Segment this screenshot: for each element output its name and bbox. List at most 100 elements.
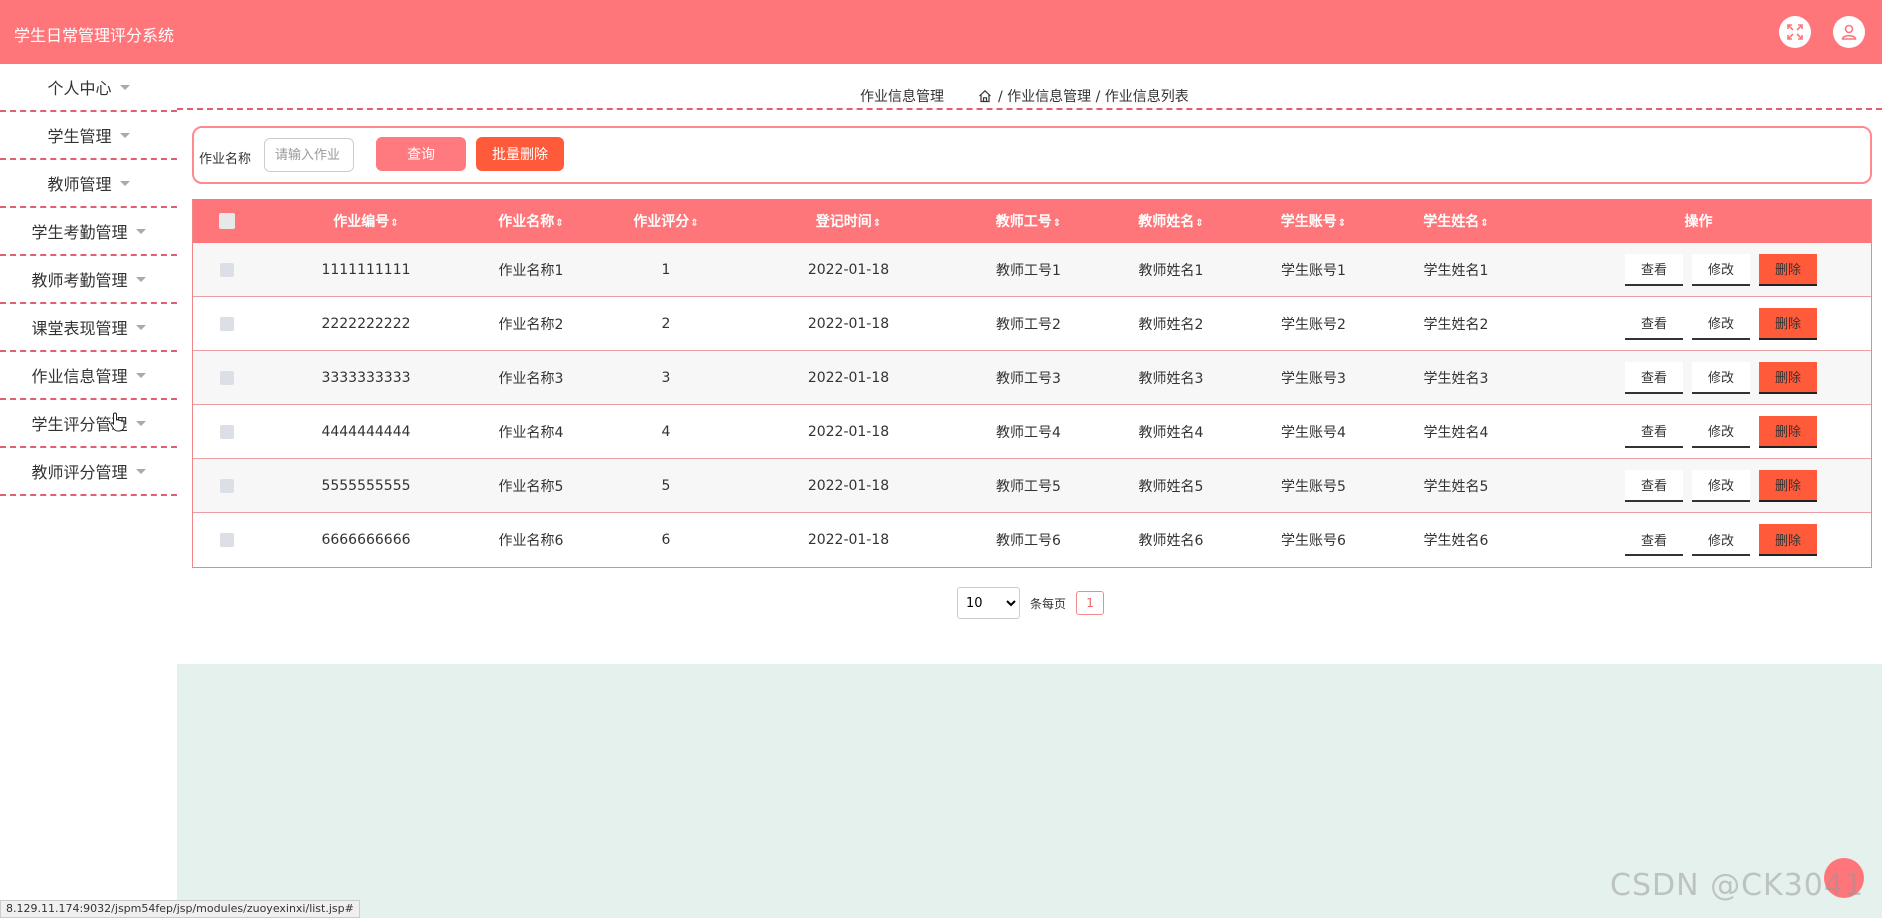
column-header-student-account[interactable]: 学生账号⇕ (1241, 211, 1386, 231)
table-header-row: 作业编号⇕ 作业名称⇕ 作业评分⇕ 登记时间⇕ 教师工号⇕ 教师姓名⇕ 学生账号… (193, 199, 1871, 243)
delete-button[interactable]: 删除 (1759, 361, 1817, 394)
column-header-register-time[interactable]: 登记时间⇕ (741, 211, 956, 231)
cell-homework-name: 作业名称1 (498, 262, 564, 279)
cell-teacher-name: 教师姓名1 (1138, 262, 1204, 279)
table-row: 6666666666 作业名称6 6 2022-01-18 教师工号6 教师姓名… (193, 513, 1871, 567)
sidebar-item-label: 学生考勤管理 (31, 223, 128, 242)
cell-register-time: 2022-01-18 (807, 261, 890, 278)
delete-button[interactable]: 删除 (1759, 415, 1817, 448)
sidebar-item-label: 学生管理 (47, 127, 112, 146)
sidebar-item-teacher-management[interactable]: 教师管理 (0, 160, 177, 208)
sort-icon: ⇕ (1052, 218, 1062, 229)
cell-homework-name: 作业名称2 (498, 316, 564, 333)
query-button[interactable]: 查询 (376, 137, 466, 171)
row-checkbox[interactable] (220, 533, 234, 547)
sidebar-item-student-scoring[interactable]: 学生评分管理 (0, 400, 177, 448)
cell-homework-score: 1 (661, 261, 671, 278)
column-header-homework-no[interactable]: 作业编号⇕ (261, 211, 471, 231)
cell-teacher-name: 教师姓名3 (1138, 370, 1204, 387)
sidebar-item-homework-info[interactable]: 作业信息管理 (0, 352, 177, 400)
cell-homework-no: 5555555555 (321, 477, 411, 494)
search-panel: 作业名称 查询 批量删除 (192, 126, 1872, 184)
cell-homework-no: 3333333333 (321, 369, 411, 386)
batch-delete-button[interactable]: 批量删除 (476, 137, 564, 171)
view-button[interactable]: 查看 (1625, 524, 1683, 556)
search-label: 作业名称 (199, 152, 252, 167)
sort-icon: ⇕ (555, 218, 564, 229)
delete-button[interactable]: 删除 (1759, 253, 1817, 286)
user-button[interactable] (1833, 16, 1865, 48)
delete-button[interactable]: 删除 (1759, 524, 1817, 556)
cell-register-time: 2022-01-18 (807, 477, 890, 494)
page-number-1[interactable]: 1 (1076, 591, 1105, 615)
sort-icon: ⇕ (1337, 218, 1347, 229)
sidebar-item-student-attendance[interactable]: 学生考勤管理 (0, 208, 177, 256)
column-header-student-name[interactable]: 学生姓名⇕ (1386, 211, 1526, 231)
column-header-teacher-id[interactable]: 教师工号⇕ (956, 211, 1101, 231)
column-header-homework-score[interactable]: 作业评分⇕ (591, 211, 741, 231)
cell-student-name: 学生姓名1 (1423, 262, 1489, 279)
delete-button[interactable]: 删除 (1759, 307, 1817, 340)
table-row: 4444444444 作业名称4 4 2022-01-18 教师工号4 教师姓名… (193, 405, 1871, 459)
home-icon[interactable] (978, 89, 992, 103)
page-size-select[interactable]: 10 (957, 587, 1020, 619)
cell-homework-name: 作业名称6 (498, 533, 564, 549)
sidebar-item-class-performance[interactable]: 课堂表现管理 (0, 304, 177, 352)
row-checkbox[interactable] (220, 316, 234, 331)
status-bar-url: 8.129.11.174:9032/jspm54fep/jsp/modules/… (0, 900, 360, 918)
row-actions: 查看 修改 删除 (1526, 307, 1871, 340)
column-header-homework-name[interactable]: 作业名称⇕ (471, 211, 591, 231)
cell-student-name: 学生姓名5 (1423, 478, 1489, 495)
cell-teacher-id: 教师工号2 (996, 316, 1061, 333)
cell-register-time: 2022-01-18 (807, 369, 890, 386)
sidebar-item-label: 教师评分管理 (31, 463, 128, 482)
edit-button[interactable]: 修改 (1692, 361, 1750, 394)
cell-teacher-name: 教师姓名4 (1138, 424, 1204, 441)
top-bar: 学生日常管理评分系统 (0, 0, 1882, 64)
pagination: 10 条每页 1 (957, 587, 1105, 619)
row-checkbox[interactable] (220, 424, 234, 439)
cell-student-name: 学生姓名6 (1423, 533, 1489, 549)
view-button[interactable]: 查看 (1625, 361, 1683, 394)
view-button[interactable]: 查看 (1625, 253, 1683, 286)
row-checkbox[interactable] (220, 478, 234, 493)
cell-register-time: 2022-01-18 (807, 315, 890, 332)
sidebar-item-personal-center[interactable]: 个人中心 (0, 64, 177, 112)
edit-button[interactable]: 修改 (1692, 415, 1750, 448)
cell-teacher-name: 教师姓名2 (1138, 316, 1204, 333)
sidebar-item-teacher-scoring[interactable]: 教师评分管理 (0, 448, 177, 496)
fullscreen-button[interactable] (1779, 16, 1811, 48)
edit-button[interactable]: 修改 (1692, 307, 1750, 340)
column-header-teacher-name[interactable]: 教师姓名⇕ (1101, 211, 1241, 231)
row-actions: 查看 修改 删除 (1526, 524, 1871, 556)
sidebar-item-label: 个人中心 (47, 79, 112, 98)
edit-button[interactable]: 修改 (1692, 253, 1750, 286)
delete-button[interactable]: 删除 (1759, 469, 1817, 502)
row-checkbox[interactable] (220, 262, 234, 277)
cell-register-time: 2022-01-18 (807, 532, 890, 548)
select-all-checkbox[interactable] (219, 213, 235, 229)
row-actions: 查看 修改 删除 (1526, 415, 1871, 448)
sidebar-item-label: 教师管理 (47, 175, 112, 194)
sidebar-item-teacher-attendance[interactable]: 教师考勤管理 (0, 256, 177, 304)
view-button[interactable]: 查看 (1625, 415, 1683, 448)
watermark: CSDN @CK3041 (1610, 868, 1865, 903)
homework-name-input[interactable] (264, 138, 354, 172)
sidebar-item-student-management[interactable]: 学生管理 (0, 112, 177, 160)
sidebar-item-label: 教师考勤管理 (31, 271, 128, 290)
cell-student-name: 学生姓名2 (1423, 316, 1489, 333)
cell-student-account: 学生账号5 (1281, 478, 1346, 495)
row-checkbox[interactable] (220, 370, 234, 385)
sort-icon: ⇕ (1195, 218, 1204, 229)
edit-button[interactable]: 修改 (1692, 524, 1750, 556)
sidebar: 个人中心 学生管理 教师管理 学生考勤管理 教师考勤管理 课堂表现管理 作业信息… (0, 64, 177, 918)
breadcrumb: / 作业信息管理 / 作业信息列表 (978, 86, 1189, 106)
cell-homework-score: 4 (661, 423, 671, 440)
cell-homework-score: 3 (661, 369, 671, 386)
view-button[interactable]: 查看 (1625, 469, 1683, 502)
user-icon (1841, 24, 1857, 40)
cell-teacher-id: 教师工号1 (996, 262, 1061, 279)
view-button[interactable]: 查看 (1625, 307, 1683, 340)
cell-student-account: 学生账号6 (1281, 533, 1346, 549)
edit-button[interactable]: 修改 (1692, 469, 1750, 502)
